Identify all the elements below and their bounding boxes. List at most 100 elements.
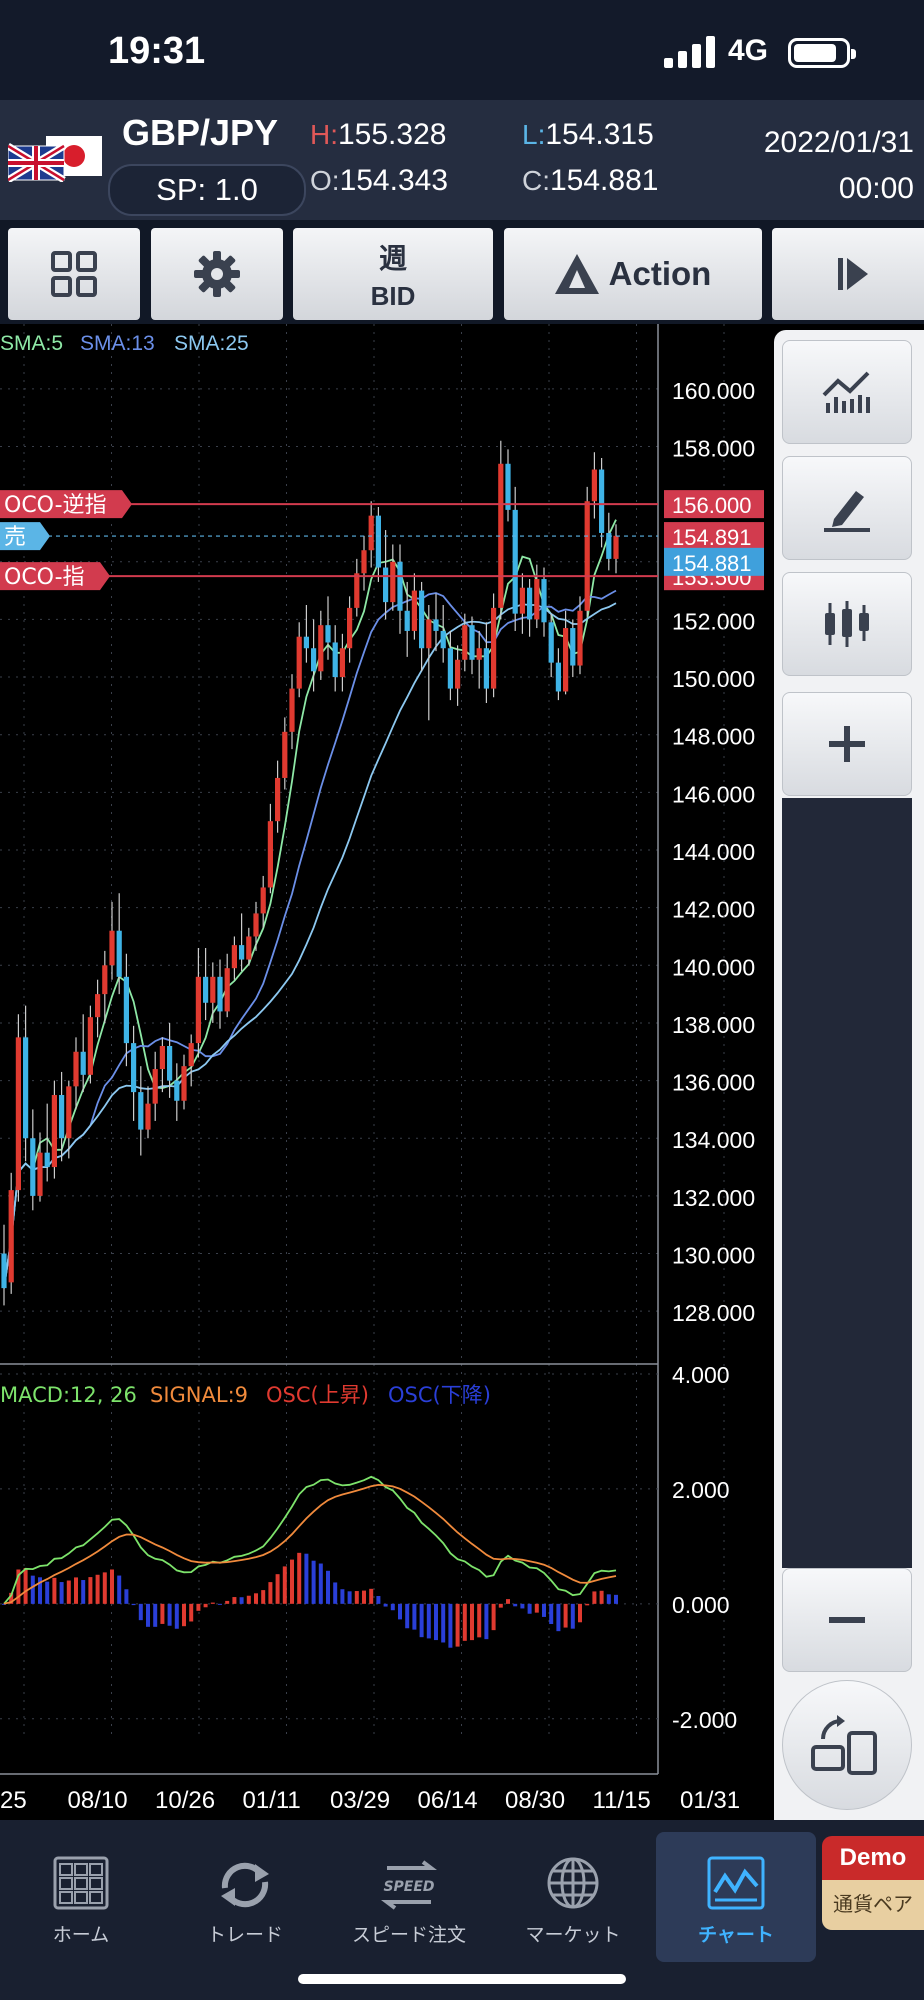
currency-pair-label: 通貨ペア bbox=[822, 1880, 924, 1930]
indicator-button[interactable] bbox=[782, 340, 912, 444]
candlestick-icon bbox=[825, 601, 869, 647]
battery-icon bbox=[788, 38, 856, 68]
date-axis-label: 08/10 bbox=[68, 1787, 128, 1814]
play-button[interactable] bbox=[772, 228, 924, 320]
tab-speed-order[interactable]: SPEED スピード注文 bbox=[334, 1832, 484, 1962]
candle-body bbox=[116, 930, 122, 977]
candle-body bbox=[1, 1253, 7, 1289]
macd-histogram-bar bbox=[124, 1589, 129, 1604]
sell-label: 売 bbox=[4, 525, 26, 550]
macd-histogram-bar bbox=[138, 1603, 143, 1621]
sma-line-25 bbox=[3, 602, 617, 1289]
macd-histogram-bar bbox=[117, 1575, 122, 1604]
macd-histogram-bar bbox=[131, 1603, 136, 1606]
candle-body bbox=[483, 648, 489, 689]
candle-body bbox=[512, 509, 518, 614]
layout-button[interactable] bbox=[8, 228, 140, 320]
candle-body bbox=[347, 607, 353, 649]
candle-body bbox=[239, 945, 245, 960]
macd-histogram-bar bbox=[376, 1596, 381, 1604]
macd-histogram-bar bbox=[448, 1603, 453, 1648]
trade-arrows-icon bbox=[221, 1862, 269, 1908]
price-axis-label: 140.000 bbox=[672, 954, 755, 980]
price-chart[interactable]: 160.000158.000156.000154.000152.000150.0… bbox=[0, 324, 774, 1820]
macd-histogram-bar bbox=[318, 1563, 323, 1604]
settings-button[interactable] bbox=[151, 228, 283, 320]
candle-body bbox=[95, 994, 101, 1018]
macd-histogram-bar bbox=[74, 1577, 78, 1604]
candle-type-button[interactable] bbox=[782, 572, 912, 676]
candle-body bbox=[102, 965, 108, 995]
macd-histogram-bar bbox=[52, 1577, 57, 1604]
zoom-slider-track[interactable] bbox=[782, 798, 912, 1568]
indicator-chart-icon bbox=[822, 371, 870, 413]
home-grid-icon bbox=[53, 1856, 109, 1910]
date-axis-label: 01/31 bbox=[680, 1787, 740, 1814]
macd-legend-item: MACD:12, 26 bbox=[0, 1383, 137, 1407]
rotate-device-icon bbox=[811, 1715, 877, 1775]
macd-histogram-bar bbox=[189, 1603, 194, 1622]
price-axis-label: 130.000 bbox=[672, 1243, 755, 1269]
price-type-label: BID bbox=[370, 280, 416, 311]
date-axis-label: 11/15 bbox=[593, 1787, 651, 1814]
demo-currency-pair-button[interactable]: Demo 通貨ペア bbox=[822, 1836, 924, 1930]
zoom-out-button[interactable] bbox=[782, 1568, 912, 1672]
currency-pair[interactable]: GBP/JPY bbox=[122, 112, 278, 154]
candle-body bbox=[548, 622, 554, 663]
candle-body bbox=[591, 469, 597, 502]
candle-body bbox=[354, 573, 360, 608]
action-logo-icon bbox=[554, 254, 599, 294]
macd-axis-label: 2.000 bbox=[672, 1477, 730, 1503]
candle-body bbox=[80, 1051, 86, 1075]
candle-body bbox=[339, 648, 345, 678]
signal-strength-icon bbox=[664, 36, 715, 68]
tab-home[interactable]: ホーム bbox=[6, 1832, 156, 1962]
price-axis-label: 128.000 bbox=[672, 1300, 755, 1326]
rotate-screen-button[interactable] bbox=[782, 1680, 912, 1810]
plus-icon bbox=[829, 726, 865, 762]
oco-stop-label: OCO-逆指 bbox=[4, 493, 107, 518]
candle-body bbox=[73, 1051, 79, 1087]
sell-price: 154.891 bbox=[672, 525, 752, 550]
candle-body bbox=[159, 1046, 165, 1070]
macd-histogram-bar bbox=[614, 1594, 618, 1604]
tab-chart[interactable]: チャート bbox=[656, 1832, 816, 1962]
period-label: 週 bbox=[378, 242, 407, 274]
macd-histogram-bar bbox=[268, 1582, 273, 1604]
candle-body bbox=[217, 976, 223, 1012]
tab-market[interactable]: マーケット bbox=[498, 1832, 648, 1962]
gear-icon bbox=[194, 251, 240, 297]
drawing-tool-button[interactable] bbox=[782, 456, 912, 560]
macd-histogram-bar bbox=[246, 1595, 251, 1604]
candle-body bbox=[606, 532, 612, 559]
bar-date: 2022/01/31 bbox=[763, 126, 914, 159]
price-axis-label: 134.000 bbox=[672, 1127, 755, 1153]
date-axis-label: 03/29 bbox=[330, 1787, 390, 1814]
tab-trade-label: トレード bbox=[206, 1925, 283, 1946]
candle-body bbox=[404, 610, 410, 631]
macd-histogram-bar bbox=[333, 1582, 338, 1604]
macd-histogram-bar bbox=[282, 1566, 287, 1604]
macd-histogram-bar bbox=[398, 1603, 402, 1620]
macd-histogram-bar bbox=[426, 1603, 431, 1639]
candle-body bbox=[145, 1103, 151, 1130]
macd-histogram-bar bbox=[462, 1603, 467, 1641]
action-label: Action bbox=[608, 255, 712, 292]
macd-histogram-bar bbox=[585, 1603, 590, 1606]
candle-body bbox=[570, 628, 576, 666]
macd-histogram-bar bbox=[354, 1591, 359, 1604]
candle-body bbox=[368, 515, 374, 551]
candle-body bbox=[23, 1037, 29, 1139]
date-axis-label: 01/11 bbox=[243, 1787, 301, 1814]
zoom-in-button[interactable] bbox=[782, 692, 912, 796]
macd-axis-label: 4.000 bbox=[672, 1362, 730, 1388]
spread-indicator: SP: 1.0 bbox=[108, 164, 306, 216]
minus-icon bbox=[829, 1617, 865, 1623]
period-bid-button[interactable]: 週 BID bbox=[293, 228, 493, 320]
candle-body bbox=[361, 550, 367, 574]
sma-line-13 bbox=[3, 589, 617, 1289]
tab-trade[interactable]: トレード bbox=[170, 1832, 320, 1962]
macd-histogram-bar bbox=[419, 1603, 424, 1638]
action-button[interactable]: Action bbox=[504, 228, 762, 320]
candle-body bbox=[476, 648, 482, 660]
